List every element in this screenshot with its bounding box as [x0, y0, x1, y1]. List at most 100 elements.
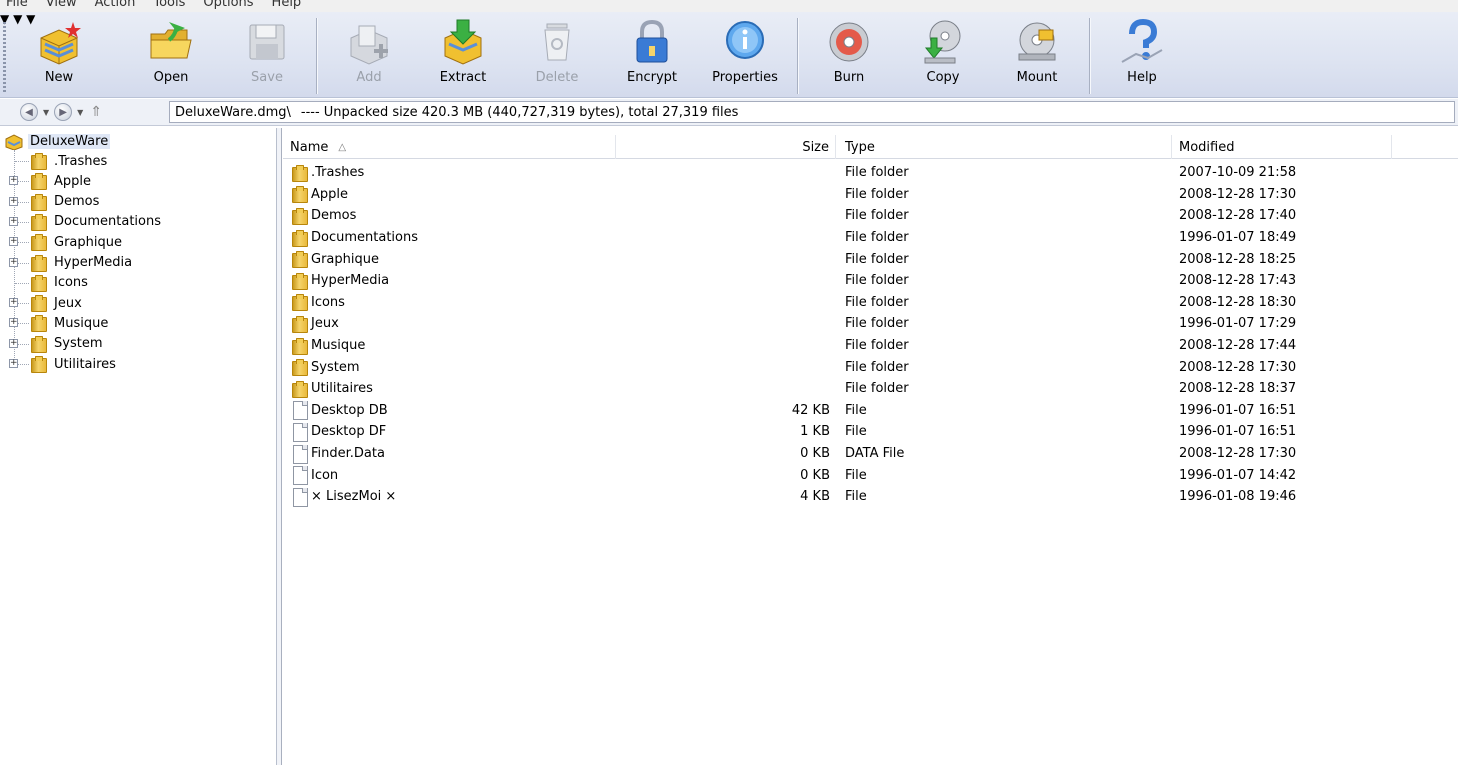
forward-arrow-icon[interactable]: ▶: [54, 103, 73, 121]
encrypt-dropdown-arrow-icon[interactable]: ▼: [13, 12, 22, 26]
tree-item[interactable]: + Graphique: [9, 232, 122, 252]
expand-plus-icon[interactable]: +: [9, 176, 18, 186]
extract-button[interactable]: Extract: [438, 18, 488, 94]
file-type: File: [845, 424, 867, 440]
expand-plus-icon[interactable]: +: [9, 318, 18, 328]
column-modified[interactable]: Modified: [1172, 135, 1392, 159]
column-type-label: Type: [845, 139, 875, 155]
tree-item[interactable]: + Documentations: [9, 212, 161, 232]
file-modified: 1996-01-07 14:42: [1179, 467, 1297, 483]
add-button[interactable]: Add: [344, 18, 394, 94]
tree-root[interactable]: DeluxeWare: [4, 131, 111, 151]
expand-plus-icon[interactable]: +: [9, 257, 18, 267]
tree-item[interactable]: + Jeux: [9, 293, 82, 313]
folder-icon: [291, 251, 308, 269]
toolbar-grip[interactable]: [3, 22, 6, 92]
tree-item[interactable]: + Demos: [9, 192, 99, 212]
expand-plus-icon[interactable]: +: [9, 298, 18, 308]
table-row[interactable]: Apple File folder 2008-12-28 17:30: [283, 184, 1458, 206]
table-row[interactable]: Desktop DB 42 KB File 1996-01-07 16:51: [283, 400, 1458, 422]
table-row[interactable]: Icons File folder 2008-12-28 18:30: [283, 292, 1458, 314]
file-name: Desktop DF: [311, 424, 387, 440]
menu-tools[interactable]: Tools: [153, 0, 185, 10]
folder-icon: [291, 207, 308, 225]
column-type[interactable]: Type: [838, 135, 1172, 159]
cell-name: Demos: [291, 205, 611, 227]
info-icon: [726, 21, 764, 59]
menu-action[interactable]: Action: [95, 0, 136, 10]
menu-help[interactable]: Help: [272, 0, 302, 10]
tree-item[interactable]: + System: [9, 334, 102, 354]
tree-item-label: Graphique: [54, 234, 122, 250]
extract-icon: [444, 19, 482, 65]
pane-splitter[interactable]: [277, 128, 282, 765]
file-type: File folder: [845, 230, 909, 246]
table-row[interactable]: .Trashes File folder 2007-10-09 21:58: [283, 162, 1458, 184]
table-row[interactable]: System File folder 2008-12-28 17:30: [283, 356, 1458, 378]
expand-plus-icon[interactable]: +: [9, 237, 18, 247]
open-button[interactable]: Open: [146, 18, 196, 94]
column-name[interactable]: Name △: [283, 135, 616, 159]
tree-item-label: Apple: [54, 173, 92, 189]
file-size: [616, 205, 830, 227]
table-row[interactable]: Finder.Data 0 KB DATA File 2008-12-28 17:30: [283, 443, 1458, 465]
forward-dropdown-icon[interactable]: ▼: [77, 108, 83, 117]
folder-icon: [30, 234, 47, 252]
back-arrow-icon[interactable]: ◀: [20, 103, 38, 121]
help-button[interactable]: Help: [1117, 18, 1167, 94]
address-field[interactable]: DeluxeWare.dmg\ ---- Unpacked size 420.3…: [169, 101, 1455, 123]
table-row[interactable]: Documentations File folder 1996-01-07 18:4…: [283, 227, 1458, 249]
help-label: Help: [1127, 70, 1157, 85]
column-size[interactable]: Size: [616, 135, 836, 159]
expand-plus-icon[interactable]: +: [9, 196, 18, 206]
save-button[interactable]: Save: [242, 18, 292, 94]
properties-button[interactable]: Properties: [712, 18, 778, 94]
list-header: Name △ Size Type Modified: [283, 135, 1458, 159]
mount-button[interactable]: Mount: [1012, 18, 1062, 94]
file-name: Graphique: [311, 251, 379, 267]
cell-name: Finder.Data: [291, 443, 611, 465]
table-row[interactable]: HyperMedia File folder 2008-12-28 17:43: [283, 270, 1458, 292]
tree-item[interactable]: + HyperMedia: [9, 253, 133, 273]
table-row[interactable]: Musique File folder 2008-12-28 17:44: [283, 335, 1458, 357]
expand-plus-icon[interactable]: +: [9, 216, 18, 226]
column-modified-label: Modified: [1179, 139, 1235, 155]
cell-name: Musique: [291, 335, 611, 357]
delete-button[interactable]: Delete: [532, 18, 582, 94]
up-folder-icon[interactable]: ⇑: [90, 104, 102, 120]
table-row[interactable]: Utilitaires File folder 2008-12-28 18:37: [283, 378, 1458, 400]
table-row[interactable]: Demos File folder 2008-12-28 17:40: [283, 205, 1458, 227]
menu-file[interactable]: File: [6, 0, 28, 10]
back-dropdown-icon[interactable]: ▼: [43, 108, 49, 117]
table-row[interactable]: Graphique File folder 2008-12-28 18:25: [283, 248, 1458, 270]
tree-item-label: HyperMedia: [54, 255, 133, 270]
folder-icon: [291, 294, 308, 312]
menu-options[interactable]: Options: [203, 0, 253, 10]
burn-disc-icon: [829, 22, 869, 62]
table-row[interactable]: Icon 0 KB File 1996-01-07 14:42: [283, 464, 1458, 486]
expand-plus-icon[interactable]: +: [9, 359, 18, 368]
file-modified: 1996-01-07 17:29: [1179, 316, 1297, 332]
file-modified: 2007-10-09 21:58: [1179, 165, 1297, 181]
cell-name: Desktop DF: [291, 421, 611, 443]
tree-item[interactable]: + Musique: [9, 313, 108, 333]
table-row[interactable]: Desktop DF 1 KB File 1996-01-07 16:51: [283, 421, 1458, 443]
encrypt-button[interactable]: Encrypt: [626, 18, 678, 94]
menu-view[interactable]: View: [46, 0, 77, 10]
folder-icon: [291, 337, 308, 355]
expand-plus-icon[interactable]: +: [9, 338, 18, 348]
burn-button[interactable]: Burn: [824, 18, 874, 94]
tree-item[interactable]: + Utilitaires: [9, 354, 116, 374]
table-row[interactable]: Jeux File folder 1996-01-07 17:29: [283, 313, 1458, 335]
tree-item[interactable]: .Trashes: [30, 151, 107, 171]
new-button[interactable]: New: [34, 18, 84, 94]
copy-button[interactable]: Copy: [918, 18, 968, 94]
tree-item[interactable]: Icons: [30, 273, 88, 293]
file-size: [616, 248, 830, 270]
cell-name: Icon: [291, 464, 611, 486]
table-row[interactable]: × LisezMoi × 4 KB File 1996-01-08 19:46: [283, 486, 1458, 508]
tree-item-label: .Trashes: [54, 153, 108, 169]
archive-info-text: ---- Unpacked size 420.3 MB (440,727,319…: [300, 104, 739, 120]
cell-name: Jeux: [291, 313, 611, 335]
tree-item[interactable]: + Apple: [9, 171, 92, 191]
